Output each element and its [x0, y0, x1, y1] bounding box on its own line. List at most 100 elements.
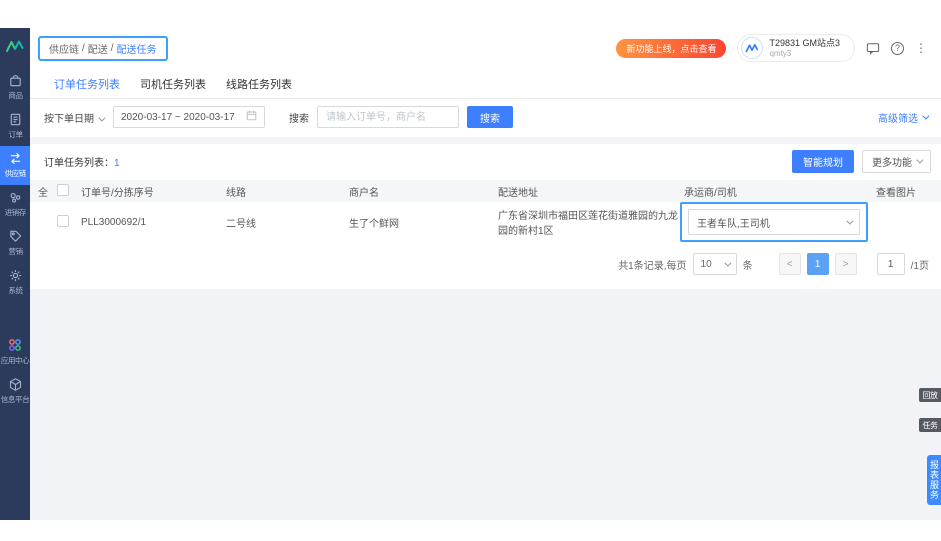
pagination-unit: 条 — [742, 260, 753, 272]
list-actions: 智能规划 更多功能 — [792, 150, 931, 173]
breadcrumb-item-delivery-task[interactable]: 配送任务 — [117, 41, 157, 56]
task-tabs: 订单任务列表 司机任务列表 线路任务列表 — [30, 68, 941, 99]
screen: 商品 订单 供应链 进销存 营销 系统 应用中心 信息平台 供应链 / 配送 /… — [0, 0, 941, 541]
table-row: PLL3000692/1 二号线 生了个鲜网 广东省深圳市福田区莲花街道雅园的九… — [30, 202, 941, 242]
chevron-down-icon — [922, 112, 930, 120]
task-float-tab[interactable]: 任务 — [919, 418, 941, 432]
playback-float-tab[interactable]: 回放 — [919, 388, 941, 402]
row-carrier-cell: 王者车队,王司机 — [680, 202, 876, 242]
sidebar-item-label: 商品 — [7, 91, 23, 100]
list-header: 订单任务列表：1 智能规划 更多功能 — [30, 144, 941, 180]
chevron-down-icon — [98, 114, 106, 122]
sidebar-item-label: 订单 — [7, 130, 23, 139]
order-task-list-card: 订单任务列表：1 智能规划 更多功能 全 订单号/分拣序号 线路 商户名 配送地… — [30, 144, 941, 289]
sidebar-item-system[interactable]: 系统 — [0, 263, 30, 302]
app-center-icon — [7, 337, 23, 353]
more-options-icon[interactable]: ⋮ — [915, 41, 927, 55]
date-range-picker[interactable]: 2020-03-17 ~ 2020-03-17 — [113, 106, 265, 128]
search-button[interactable]: 搜索 — [467, 106, 513, 128]
date-type-label: 按下单日期 — [44, 113, 94, 125]
column-select-all-label: 全 — [38, 187, 48, 199]
current-page-button[interactable]: 1 — [806, 253, 829, 275]
calendar-icon — [246, 110, 257, 124]
section-divider — [30, 137, 941, 144]
help-icon[interactable]: ? — [891, 41, 904, 55]
row-checkbox[interactable] — [57, 214, 69, 227]
chevron-down-icon — [916, 156, 924, 164]
supply-chain-icon — [8, 151, 23, 166]
row-merchant: 生了个鲜网 — [349, 218, 399, 230]
sidebar-item-info-platform[interactable]: 信息平台 — [0, 372, 30, 411]
topbar: 供应链 / 配送 / 配送任务 新功能上线，点击查看 T29831 GM站点3 … — [30, 28, 941, 68]
breadcrumb-separator: / — [82, 42, 85, 54]
advanced-filter-toggle[interactable]: 高级筛选 — [878, 110, 930, 125]
breadcrumb: 供应链 / 配送 / 配送任务 — [38, 35, 168, 61]
date-range-value: 2020-03-17 ~ 2020-03-17 — [121, 111, 235, 123]
smart-plan-button[interactable]: 智能规划 — [792, 150, 854, 173]
prev-page-button[interactable]: < — [778, 253, 801, 275]
sidebar-item-label: 进销存 — [4, 208, 26, 217]
search-input[interactable] — [317, 106, 459, 128]
tab-driver-task-list[interactable]: 司机任务列表 — [130, 68, 216, 98]
avatar — [741, 37, 764, 59]
sidebar-item-marketing[interactable]: 营销 — [0, 224, 30, 263]
chevron-down-icon — [846, 217, 854, 225]
page-jump-input[interactable] — [876, 253, 905, 275]
topbar-right: 新功能上线，点击查看 T29831 GM站点3 qmty3 ? ⋮ — [616, 34, 927, 62]
sidebar-item-inventory[interactable]: 进销存 — [0, 185, 30, 224]
carrier-driver-value: 王者车队,王司机 — [697, 218, 770, 230]
more-functions-label: 更多功能 — [872, 158, 912, 169]
page-size-select[interactable]: 10 — [692, 253, 737, 275]
sidebar-item-goods[interactable]: 商品 — [0, 68, 30, 107]
breadcrumb-item-supply-chain[interactable]: 供应链 — [49, 41, 79, 56]
gear-icon — [8, 268, 23, 283]
row-line: 二号线 — [226, 218, 256, 230]
new-feature-badge[interactable]: 新功能上线，点击查看 — [616, 38, 727, 58]
pagination: 共1条记录,每页 10 条 < 1 > /1页 — [30, 242, 941, 285]
date-type-dropdown[interactable]: 按下单日期 — [44, 110, 106, 125]
chevron-down-icon — [724, 259, 732, 267]
pagination-total-text: 共1条记录,每页 — [618, 260, 687, 272]
app-window: 商品 订单 供应链 进销存 营销 系统 应用中心 信息平台 供应链 / 配送 /… — [0, 28, 941, 520]
filter-row: 按下单日期 2020-03-17 ~ 2020-03-17 搜索 搜索 — [30, 99, 941, 137]
advanced-filter-label: 高级筛选 — [878, 113, 918, 125]
table-header: 全 订单号/分拣序号 线路 商户名 配送地址 承运商/司机 查看图片 — [30, 180, 941, 202]
report-service-float-tab[interactable]: 报表服务 — [927, 455, 941, 505]
sidebar-item-app-center[interactable]: 应用中心 — [0, 332, 30, 372]
cube-icon — [8, 377, 23, 392]
sidebar-item-label: 应用中心 — [0, 356, 30, 365]
carrier-driver-select[interactable]: 王者车队,王司机 — [688, 209, 860, 235]
breadcrumb-item-delivery[interactable]: 配送 — [88, 41, 108, 56]
sidebar-item-orders[interactable]: 订单 — [0, 107, 30, 146]
row-order-no: PLL3000692/1 — [81, 216, 147, 228]
tab-route-task-list[interactable]: 线路任务列表 — [216, 68, 302, 98]
next-page-button[interactable]: > — [834, 253, 857, 275]
select-all-checkbox[interactable] — [57, 183, 69, 196]
list-title-text: 订单任务列表： — [44, 158, 114, 169]
logo-icon — [5, 39, 25, 58]
total-pages-text: /1页 — [910, 260, 929, 272]
sidebar: 商品 订单 供应链 进销存 营销 系统 应用中心 信息平台 — [0, 28, 30, 520]
marketing-icon — [8, 229, 23, 244]
more-functions-button[interactable]: 更多功能 — [862, 150, 931, 173]
sidebar-item-label: 系统 — [7, 286, 23, 295]
inventory-icon — [8, 190, 23, 205]
column-line: 线路 — [226, 187, 246, 199]
sidebar-item-supply-chain[interactable]: 供应链 — [0, 146, 30, 185]
column-carrier-driver: 承运商/司机 — [684, 187, 737, 199]
select-all-checkbox-cell — [57, 183, 81, 199]
search-label: 搜索 — [289, 113, 309, 125]
list-title: 订单任务列表：1 — [44, 154, 120, 169]
order-icon — [8, 112, 23, 127]
row-address: 广东省深圳市福田区莲花街道雅园的九龙园的新村1区 — [498, 211, 678, 237]
filter-card: 订单任务列表 司机任务列表 线路任务列表 按下单日期 2020-03-17 ~ … — [30, 68, 941, 137]
column-merchant: 商户名 — [349, 187, 379, 199]
sidebar-item-label: 信息平台 — [0, 395, 30, 404]
sidebar-item-label: 营销 — [7, 247, 23, 256]
page-size-value: 10 — [700, 258, 712, 270]
app-logo[interactable] — [0, 28, 30, 68]
tab-order-task-list[interactable]: 订单任务列表 — [44, 68, 130, 98]
user-menu[interactable]: T29831 GM站点3 qmty3 — [737, 34, 855, 62]
message-icon[interactable] — [866, 42, 880, 55]
breadcrumb-separator: / — [110, 42, 114, 54]
